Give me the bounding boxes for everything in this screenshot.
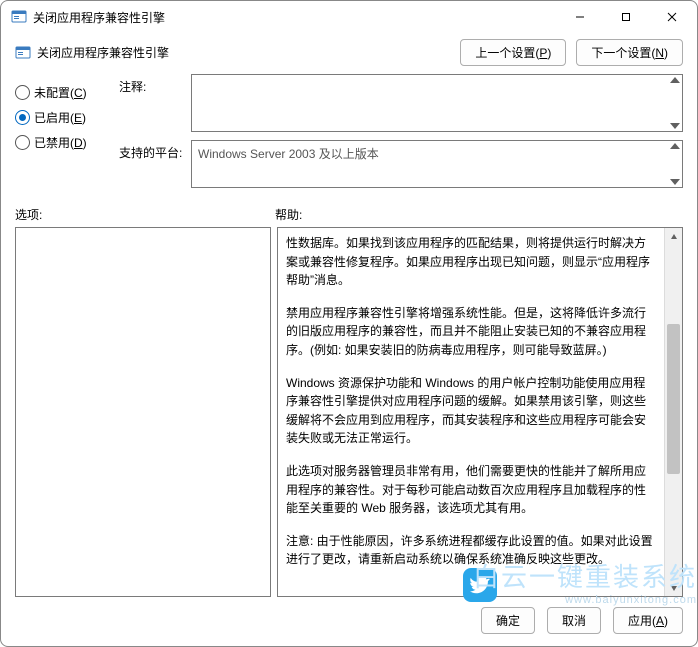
help-paragraph: 此选项对服务器管理员非常有用，他们需要更快的性能并了解所用应用程序的兼容性。对于… <box>286 462 656 518</box>
help-pane: 性数据库。如果找到该应用程序的匹配结果，则将提供运行时解决方案或兼容性修复程序。… <box>277 227 683 597</box>
policy-heading: 关闭应用程序兼容性引擎 <box>15 44 169 61</box>
radio-icon <box>15 135 30 150</box>
radio-label: 未配置(C) <box>34 84 87 101</box>
minimize-button[interactable] <box>557 1 603 33</box>
radio-icon <box>15 85 30 100</box>
help-paragraph: 性数据库。如果找到该应用程序的匹配结果，则将提供运行时解决方案或兼容性修复程序。… <box>286 234 656 290</box>
nav-buttons: 上一个设置(P) 下一个设置(N) <box>460 39 683 66</box>
comment-label: 注释: <box>119 74 191 95</box>
help-paragraph: 注意: 由于性能原因，许多系统进程都缓存此设置的值。如果对此设置进行了更改，请重… <box>286 532 656 569</box>
options-header: 选项: <box>15 206 275 223</box>
help-header: 帮助: <box>275 206 302 223</box>
platform-textarea: Windows Server 2003 及以上版本 <box>191 140 683 188</box>
titlebar-left: 关闭应用程序兼容性引擎 <box>11 9 165 26</box>
state-radio-group: 未配置(C) 已启用(E) 已禁用(D) <box>15 74 115 196</box>
scroll-down-icon[interactable] <box>670 179 680 185</box>
apply-button[interactable]: 应用(A) <box>613 607 683 634</box>
radio-enabled[interactable]: 已启用(E) <box>15 109 115 126</box>
radio-label: 已禁用(D) <box>34 134 87 151</box>
subheader: 关闭应用程序兼容性引擎 上一个设置(P) 下一个设置(N) <box>1 33 697 70</box>
comment-field-row: 注释: <box>119 74 683 132</box>
help-paragraph: 禁用应用程序兼容性引擎将增强系统性能。但是，这将降低许多流行的旧版应用程序的兼容… <box>286 304 656 360</box>
next-setting-button[interactable]: 下一个设置(N) <box>576 39 683 66</box>
help-paragraph: Windows 资源保护功能和 Windows 的用户帐户控制功能使用应用程序兼… <box>286 374 656 448</box>
help-text: 性数据库。如果找到该应用程序的匹配结果，则将提供运行时解决方案或兼容性修复程序。… <box>278 228 664 596</box>
policy-editor-window: 关闭应用程序兼容性引擎 关闭应用程序兼容性引擎 上一个设置(P) 下一个设置(N… <box>0 0 698 647</box>
titlebar: 关闭应用程序兼容性引擎 <box>1 1 697 33</box>
radio-label: 已启用(E) <box>34 109 86 126</box>
scroll-thumb[interactable] <box>667 324 680 474</box>
radio-icon <box>15 110 30 125</box>
dialog-footer: 确定 取消 应用(A) <box>1 597 697 646</box>
cancel-button[interactable]: 取消 <box>547 607 601 634</box>
platform-field-row: 支持的平台: Windows Server 2003 及以上版本 <box>119 140 683 188</box>
app-icon <box>11 9 27 25</box>
maximize-button[interactable] <box>603 1 649 33</box>
settings-area: 未配置(C) 已启用(E) 已禁用(D) 注释: 支持的平台: <box>1 70 697 196</box>
scroll-up-icon[interactable] <box>670 77 680 83</box>
radio-disabled[interactable]: 已禁用(D) <box>15 134 115 151</box>
platform-label: 支持的平台: <box>119 140 191 161</box>
help-scrollbar[interactable] <box>664 228 682 596</box>
scroll-up-button[interactable] <box>665 228 682 245</box>
policy-icon <box>15 45 31 61</box>
window-controls <box>557 1 695 33</box>
close-button[interactable] <box>649 1 695 33</box>
scroll-up-icon[interactable] <box>670 143 680 149</box>
platform-value: Windows Server 2003 及以上版本 <box>198 145 379 162</box>
policy-title: 关闭应用程序兼容性引擎 <box>37 44 169 61</box>
fields-column: 注释: 支持的平台: Windows Server 2003 及以上版本 <box>119 74 683 196</box>
ok-button[interactable]: 确定 <box>481 607 535 634</box>
comment-textarea[interactable] <box>191 74 683 132</box>
scroll-down-button[interactable] <box>665 579 682 596</box>
window-title: 关闭应用程序兼容性引擎 <box>33 9 165 26</box>
previous-setting-button[interactable]: 上一个设置(P) <box>460 39 566 66</box>
options-pane <box>15 227 271 597</box>
radio-not-configured[interactable]: 未配置(C) <box>15 84 115 101</box>
section-headers: 选项: 帮助: <box>1 196 697 227</box>
panels: 性数据库。如果找到该应用程序的匹配结果，则将提供运行时解决方案或兼容性修复程序。… <box>1 227 697 597</box>
scroll-down-icon[interactable] <box>670 123 680 129</box>
